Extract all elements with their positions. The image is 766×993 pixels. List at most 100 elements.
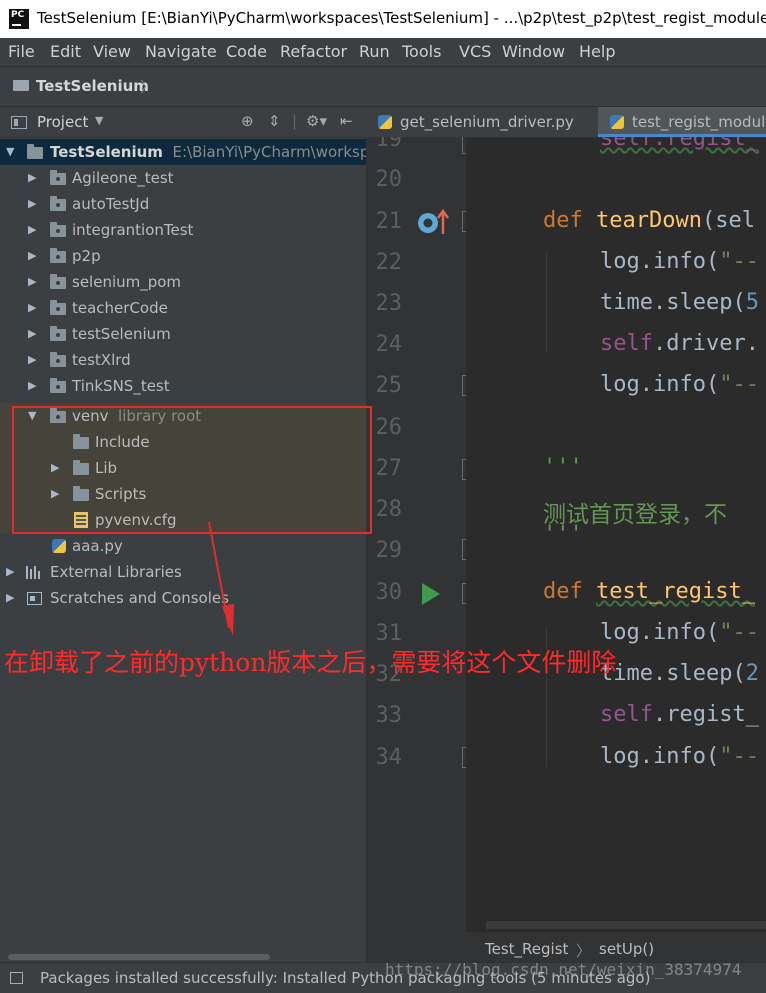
folder-label: TinkSNS_test	[72, 377, 170, 395]
line-number: 24	[375, 332, 403, 357]
code-text: .regist_	[652, 702, 759, 727]
line-number: 22	[375, 250, 403, 275]
menu-help[interactable]: Help	[579, 42, 615, 61]
code-text: time.sleep(	[600, 661, 746, 686]
code-view[interactable]: self.regist_ def tearDown(sel log.info("…	[466, 137, 766, 932]
code-string: "--	[719, 744, 759, 769]
project-horizontal-scrollbar[interactable]	[8, 954, 270, 960]
run-test-icon[interactable]	[420, 581, 442, 607]
collapsed-arrow-icon[interactable]: ▶	[28, 353, 36, 366]
window-title: TestSelenium [E:\BianYi\PyCharm\workspac…	[37, 9, 766, 27]
code-text: .driver.	[652, 331, 759, 356]
library-icon	[26, 566, 42, 579]
tree-item-aaa-py[interactable]: aaa.py	[0, 533, 366, 559]
toolbar-divider: |	[292, 112, 298, 130]
menu-tools[interactable]: Tools	[402, 42, 441, 61]
menu-code[interactable]: Code	[226, 42, 267, 61]
code-self: self	[600, 702, 653, 727]
folder-icon	[13, 80, 29, 91]
folder-label: Agileone_test	[72, 169, 174, 187]
collapsed-arrow-icon[interactable]: ▶	[28, 249, 36, 262]
tree-item-folder[interactable]: ▶ selenium_pom	[0, 269, 366, 295]
override-method-icon[interactable]	[416, 207, 452, 237]
folder-label: testXlrd	[72, 351, 131, 369]
tree-root-testselenium[interactable]: ▼ TestSelenium E:\BianYi\PyCharm\workspa…	[0, 139, 387, 165]
code-line-32: time.sleep(2	[600, 661, 759, 686]
hide-panel-icon[interactable]: ⇤	[340, 112, 353, 130]
gear-icon[interactable]: ⚙▾	[306, 112, 327, 130]
menu-navigate[interactable]: Navigate	[145, 42, 217, 61]
editor-tab-bar: get_selenium_driver.py test_regist_modul…	[366, 107, 766, 138]
collapsed-arrow-icon[interactable]: ▶	[28, 171, 36, 184]
editor-horizontal-scrollbar[interactable]	[486, 921, 766, 929]
collapsed-arrow-icon[interactable]: ▶	[28, 223, 36, 236]
line-number: 23	[375, 291, 403, 316]
line-number: 21	[375, 209, 403, 234]
menu-refactor[interactable]: Refactor	[280, 42, 347, 61]
project-view-icon	[11, 116, 27, 129]
code-text: log.info(	[600, 744, 720, 769]
line-number: 30	[375, 580, 403, 605]
annotation-highlight-box	[12, 406, 372, 534]
code-string: "--	[719, 620, 759, 645]
collapsed-arrow-icon[interactable]: ▶	[28, 379, 36, 392]
nav-project-crumb[interactable]: TestSelenium	[36, 77, 149, 95]
folder-icon	[50, 300, 66, 315]
tree-item-folder[interactable]: ▶ testSelenium	[0, 321, 366, 347]
project-view-title[interactable]: Project	[37, 113, 88, 131]
folder-label: teacherCode	[72, 299, 168, 317]
folder-icon	[50, 352, 66, 367]
folder-icon	[50, 222, 66, 237]
menu-run[interactable]: Run	[359, 42, 390, 61]
expanded-arrow-icon[interactable]: ▼	[6, 145, 14, 158]
code-line-24: self.driver.	[600, 331, 759, 356]
tree-item-folder[interactable]: ▶ integrantionTest	[0, 217, 366, 243]
code-line-31: log.info("--	[600, 620, 759, 645]
indent-guide	[546, 252, 547, 352]
collapsed-arrow-icon[interactable]: ▶	[6, 565, 14, 578]
code-number: 5	[745, 290, 759, 315]
toggle-tool-windows-icon[interactable]	[10, 972, 23, 984]
code-line-22: log.info("--	[600, 249, 759, 274]
tab-get-selenium-driver[interactable]: get_selenium_driver.py	[366, 107, 598, 137]
collapsed-arrow-icon[interactable]: ▶	[28, 327, 36, 340]
tree-item-folder[interactable]: ▶ Agileone_test	[0, 165, 366, 191]
menu-vcs[interactable]: VCS	[459, 42, 491, 61]
collapsed-arrow-icon[interactable]: ▶	[6, 591, 14, 604]
chevron-down-icon[interactable]: ▼	[95, 114, 103, 127]
tab-label: test_regist_module	[632, 113, 766, 131]
locate-target-icon[interactable]: ⊕	[241, 112, 254, 130]
code-text: log.info(	[600, 620, 720, 645]
menu-edit[interactable]: Edit	[50, 42, 81, 61]
breadcrumb-class[interactable]: Test_Regist	[485, 940, 568, 958]
tree-item-external-libraries[interactable]: ▶ External Libraries	[0, 559, 366, 585]
tab-test-regist-module[interactable]: test_regist_module	[598, 107, 766, 137]
python-file-icon	[378, 115, 392, 129]
line-number: 19	[375, 137, 403, 152]
folder-icon	[50, 378, 66, 393]
python-file-icon	[610, 115, 624, 129]
code-self: self	[600, 331, 653, 356]
tree-item-folder[interactable]: ▶ teacherCode	[0, 295, 366, 321]
editor-gutter: 19 20 21 22 23 24 25 26 27 28 29 30 31 3…	[366, 137, 466, 932]
tree-item-folder[interactable]: ▶ p2p	[0, 243, 366, 269]
menu-window[interactable]: Window	[502, 42, 565, 61]
collapsed-arrow-icon[interactable]: ▶	[28, 275, 36, 288]
chevron-right-icon: 〉	[576, 942, 592, 960]
collapsed-arrow-icon[interactable]: ▶	[28, 197, 36, 210]
tree-item-folder[interactable]: ▶ TinkSNS_test	[0, 373, 366, 399]
collapsed-arrow-icon[interactable]: ▶	[28, 301, 36, 314]
menu-file[interactable]: File	[8, 42, 35, 61]
breadcrumb-method[interactable]: setUp()	[599, 940, 654, 958]
code-line-33: self.regist_	[600, 702, 759, 727]
code-line-27: '''	[543, 455, 583, 480]
menu-view[interactable]: View	[93, 42, 131, 61]
tree-item-scratches[interactable]: ▶ Scratches and Consoles	[0, 585, 366, 611]
folder-icon	[50, 326, 66, 341]
external-libraries-label: External Libraries	[50, 563, 182, 581]
tree-item-folder[interactable]: ▶ autoTestJd	[0, 191, 366, 217]
editor-breadcrumbs: Test_Regist 〉 setUp()	[366, 932, 766, 963]
collapse-all-icon[interactable]: ⇕	[268, 112, 281, 130]
tree-item-folder[interactable]: ▶ testXlrd	[0, 347, 366, 373]
title-bar: PC TestSelenium [E:\BianYi\PyCharm\works…	[0, 0, 766, 38]
